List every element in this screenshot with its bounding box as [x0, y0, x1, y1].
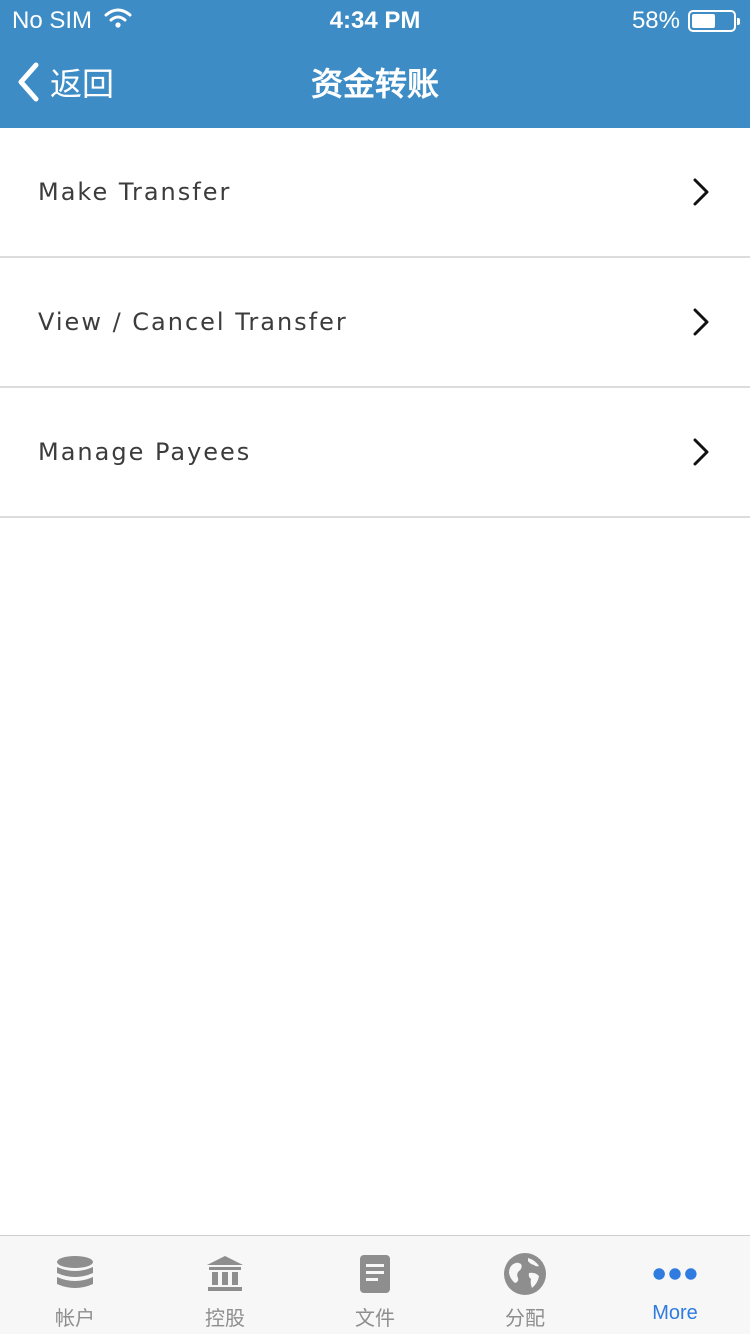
- tab-accounts[interactable]: 帐户: [0, 1236, 150, 1334]
- battery-percent: 58%: [631, 7, 680, 34]
- menu-item-label: Make Transfer: [38, 178, 232, 206]
- menu-item-label: View / Cancel Transfer: [38, 308, 348, 336]
- tab-label: 控股: [205, 1306, 245, 1330]
- more-dots-icon: [653, 1252, 697, 1296]
- chevron-right-icon: [692, 178, 710, 206]
- battery-icon: [688, 10, 740, 32]
- tab-label: 分配: [505, 1306, 545, 1330]
- menu-item-make-transfer[interactable]: Make Transfer: [0, 128, 750, 258]
- globe-icon: [503, 1252, 547, 1296]
- header: No SIM 4:34 PM 58% 返回 资金转账: [0, 0, 750, 128]
- battery-fill: [692, 14, 716, 28]
- tab-holdings[interactable]: 控股: [150, 1236, 300, 1334]
- chevron-right-icon: [692, 308, 710, 336]
- tab-label: 文件: [355, 1306, 395, 1330]
- tab-label: More: [652, 1302, 698, 1324]
- menu-item-label: Manage Payees: [38, 438, 252, 466]
- database-icon: [53, 1252, 97, 1296]
- document-icon: [353, 1252, 397, 1296]
- tab-more[interactable]: More: [600, 1236, 750, 1334]
- menu-item-view-cancel-transfer[interactable]: View / Cancel Transfer: [0, 258, 750, 388]
- back-button[interactable]: 返回: [16, 62, 114, 106]
- transfer-menu-list: Make Transfer View / Cancel Transfer Man…: [0, 128, 750, 518]
- tab-label: 帐户: [55, 1306, 95, 1330]
- chevron-left-icon: [16, 62, 40, 106]
- tab-bar: 帐户 控股 文件 分配 More: [0, 1235, 750, 1334]
- tab-allocation[interactable]: 分配: [450, 1236, 600, 1334]
- menu-item-manage-payees[interactable]: Manage Payees: [0, 388, 750, 518]
- status-bar: No SIM 4:34 PM 58%: [0, 0, 750, 40]
- back-label: 返回: [50, 65, 115, 103]
- tab-documents[interactable]: 文件: [300, 1236, 450, 1334]
- chevron-right-icon: [692, 438, 710, 466]
- nav-bar: 返回 资金转账: [0, 40, 750, 128]
- status-right: 58%: [631, 6, 740, 36]
- bank-icon: [203, 1252, 247, 1296]
